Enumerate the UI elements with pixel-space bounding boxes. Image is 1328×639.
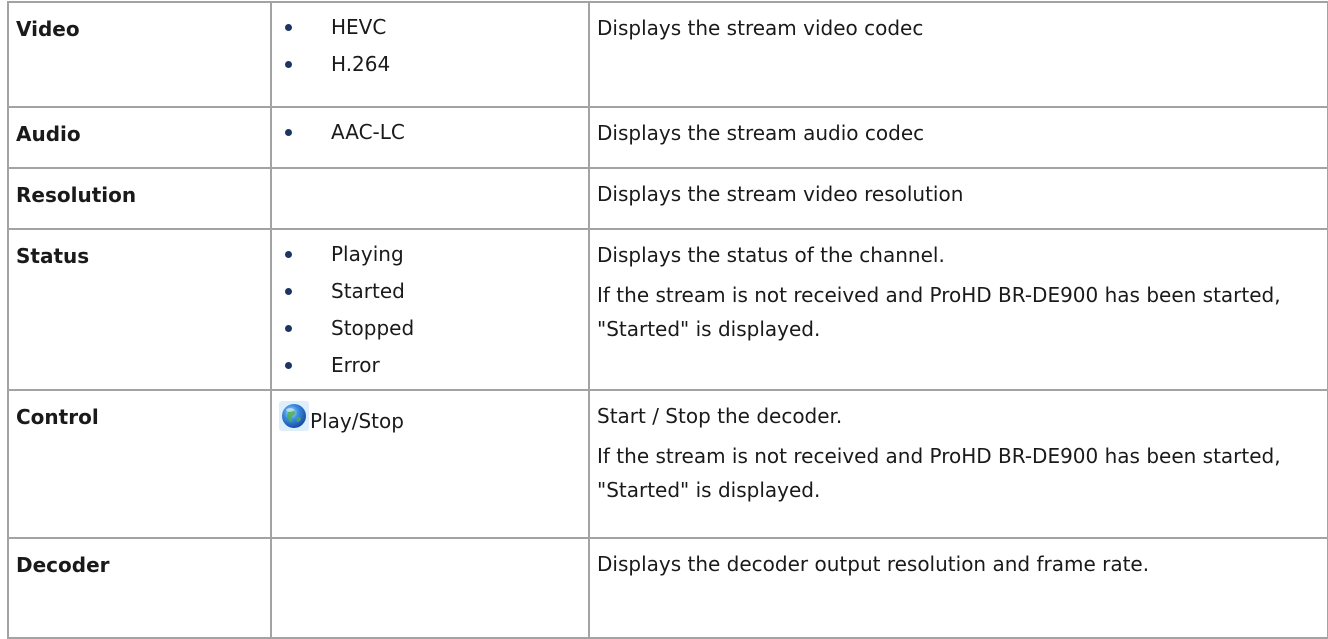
table-row-control: Control Play/Stop Start / Stop the decod… — [7, 389, 1328, 539]
list-item: HEVC — [272, 9, 588, 46]
list-item: Error — [272, 347, 588, 384]
value-list: AAC-LC — [272, 114, 588, 151]
spec-table: Video HEVC H.264 Displays the stream vid… — [7, 1, 1328, 639]
description-text: Displays the stream video codec — [597, 16, 924, 40]
value-list: Playing Started Stopped Error — [272, 236, 588, 384]
values-cell: Playing Started Stopped Error — [270, 228, 590, 391]
list-item: Playing — [272, 236, 588, 273]
value-list: HEVC H.264 — [272, 9, 588, 83]
values-cell: AAC-LC — [270, 106, 590, 169]
table-row-decoder: Decoder Displays the decoder output reso… — [7, 537, 1328, 639]
description-cell: Start / Stop the decoder. If the stream … — [588, 389, 1328, 539]
values-cell — [270, 167, 590, 230]
description-text: Displays the status of the channel. — [597, 243, 945, 267]
list-item: H.264 — [272, 46, 588, 83]
description-cell: Displays the decoder output resolution a… — [588, 537, 1328, 639]
globe-icon — [279, 401, 309, 431]
play-stop-control: Play/Stop — [272, 397, 588, 443]
row-label: Status — [7, 228, 272, 391]
description-cell: Displays the stream video resolution — [588, 167, 1328, 230]
description-text: If the stream is not received and ProHD … — [597, 444, 1281, 502]
description-text: If the stream is not received and ProHD … — [597, 283, 1281, 341]
values-cell — [270, 537, 590, 639]
description-text: Displays the stream audio codec — [597, 121, 925, 145]
table-row-video: Video HEVC H.264 Displays the stream vid… — [7, 1, 1328, 108]
description-cell: Displays the stream video codec — [588, 1, 1328, 108]
row-label: Video — [7, 1, 272, 108]
table-row-resolution: Resolution Displays the stream video res… — [7, 167, 1328, 230]
description-cell: Displays the stream audio codec — [588, 106, 1328, 169]
list-item: Started — [272, 273, 588, 310]
row-label: Decoder — [7, 537, 272, 639]
table-row-status: Status Playing Started Stopped Error Dis… — [7, 228, 1328, 391]
table-row-audio: Audio AAC-LC Displays the stream audio c… — [7, 106, 1328, 169]
list-item: Stopped — [272, 310, 588, 347]
description-text: Displays the decoder output resolution a… — [597, 552, 1150, 576]
values-cell: HEVC H.264 — [270, 1, 590, 108]
row-label: Control — [7, 389, 272, 539]
values-cell: Play/Stop — [270, 389, 590, 539]
description-text: Start / Stop the decoder. — [597, 404, 843, 428]
row-label: Audio — [7, 106, 272, 169]
description-cell: Displays the status of the channel. If t… — [588, 228, 1328, 391]
list-item: AAC-LC — [272, 114, 588, 151]
play-stop-label: Play/Stop — [310, 409, 404, 433]
description-text: Displays the stream video resolution — [597, 182, 964, 206]
row-label: Resolution — [7, 167, 272, 230]
